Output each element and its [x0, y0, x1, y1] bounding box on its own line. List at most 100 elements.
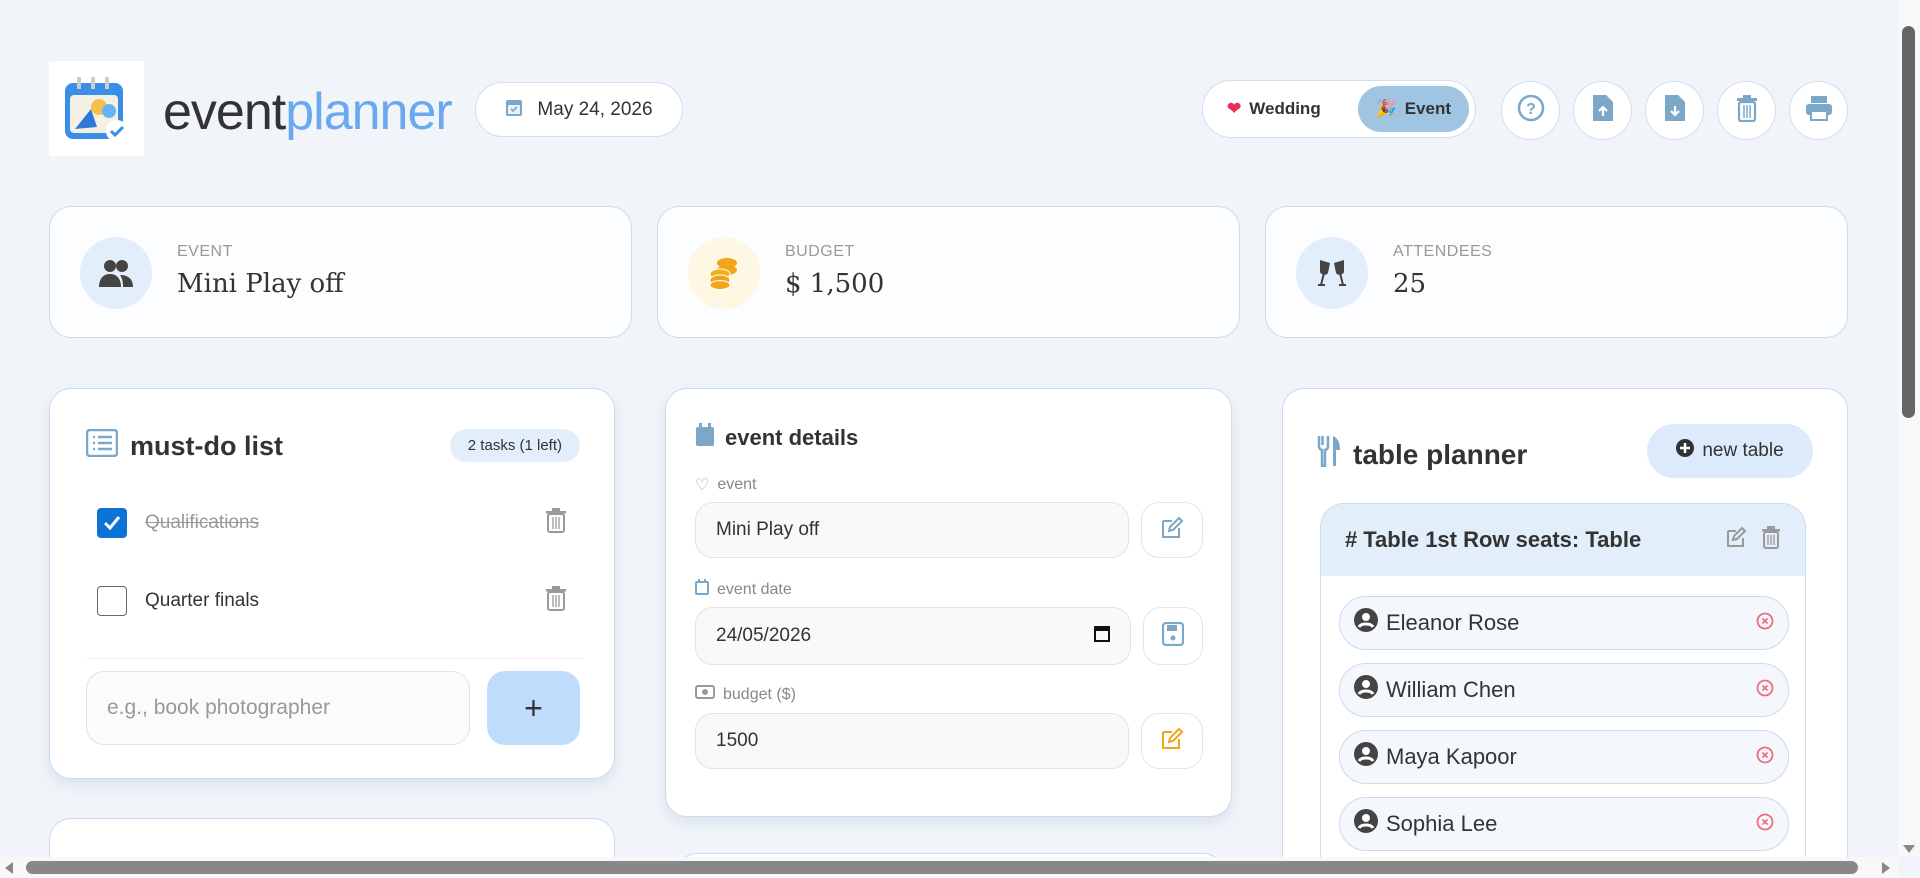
- event-date-value: 24/05/2026: [716, 625, 812, 646]
- edit-table-icon[interactable]: [1725, 526, 1747, 554]
- new-task-input[interactable]: e.g., book photographer: [86, 671, 470, 745]
- stat-value: 25: [1393, 269, 1427, 299]
- party-popper-icon: 🎉: [1375, 99, 1397, 118]
- heart-icon: ♡: [695, 477, 710, 494]
- budget-value: 1500: [716, 730, 759, 751]
- hearts-icon: ❤: [1227, 99, 1242, 118]
- horizontal-scroll-thumb[interactable]: [26, 861, 1858, 874]
- date-picker-icon[interactable]: [1094, 624, 1110, 648]
- new-task-placeholder: e.g., book photographer: [107, 696, 331, 719]
- vertical-scrollbar[interactable]: [1898, 0, 1920, 857]
- guest-name: William Chen: [1386, 677, 1516, 702]
- event-label: ♡ event: [695, 475, 756, 495]
- label-text: event date: [717, 580, 792, 598]
- money-bill-icon: [695, 685, 715, 704]
- event-name-input[interactable]: Mini Play off: [695, 502, 1129, 558]
- label-text: budget ($): [723, 685, 796, 703]
- plus-circle-icon: [1676, 439, 1695, 463]
- stat-value: Mini Play off: [177, 269, 344, 299]
- todo-title-text: must-do list: [130, 431, 283, 461]
- todo-card: must-do list 2 tasks (1 left) Qualificat…: [49, 388, 615, 779]
- label-text: event: [717, 476, 757, 493]
- trash-icon: [1736, 94, 1758, 127]
- scroll-left-arrow[interactable]: [5, 862, 13, 874]
- edit-budget-button[interactable]: [1141, 713, 1203, 769]
- event-name-value: Mini Play off: [716, 519, 820, 540]
- edit-icon: [1160, 727, 1184, 756]
- table-block: # Table 1st Row seats: Table Eleanor Ros…: [1320, 503, 1806, 878]
- guest-item: William Chen: [1339, 663, 1789, 717]
- task-checkbox[interactable]: [97, 508, 127, 538]
- stat-attendees: ATTENDEES 25: [1265, 206, 1848, 338]
- remove-guest-icon[interactable]: [1756, 744, 1774, 770]
- utensils-icon: [1317, 435, 1341, 474]
- details-title-text: event details: [725, 425, 859, 450]
- calendar-icon: [695, 423, 715, 453]
- add-task-button[interactable]: +: [487, 671, 580, 745]
- svg-text:?: ?: [1526, 101, 1536, 118]
- calendar-check-icon: [505, 97, 523, 123]
- guest-name: Sophia Lee: [1386, 811, 1498, 836]
- user-circle-icon: [1354, 608, 1378, 638]
- printer-icon: [1805, 95, 1833, 126]
- task-checkbox[interactable]: [97, 586, 127, 616]
- mode-event[interactable]: 🎉 Event: [1357, 86, 1469, 132]
- delete-task-icon[interactable]: [545, 585, 567, 617]
- guest-item: Sophia Lee: [1339, 797, 1789, 851]
- stat-label: ATTENDEES: [1393, 243, 1493, 260]
- list-icon: [85, 428, 119, 464]
- mode-wedding[interactable]: ❤ Wedding: [1209, 86, 1339, 132]
- brand-planner: planner: [285, 83, 452, 141]
- print-button[interactable]: [1789, 81, 1848, 140]
- event-date-label: event date: [695, 579, 792, 600]
- table-planner-title-text: table planner: [1353, 438, 1528, 470]
- clear-all-button[interactable]: [1717, 81, 1776, 140]
- new-table-button[interactable]: new table: [1647, 424, 1813, 478]
- delete-table-icon[interactable]: [1761, 525, 1781, 555]
- stat-label: BUDGET: [785, 243, 855, 260]
- stat-label: EVENT: [177, 243, 233, 260]
- question-icon: ?: [1517, 94, 1545, 127]
- remove-guest-icon[interactable]: [1756, 811, 1774, 837]
- current-date: May 24, 2026: [537, 98, 653, 120]
- task-count-badge: 2 tasks (1 left): [449, 429, 580, 462]
- edit-icon: [1160, 516, 1184, 545]
- mode-toggle: ❤ Wedding 🎉 Event: [1202, 80, 1476, 138]
- task-item: Qualifications: [97, 503, 567, 543]
- table-planner-card: table planner new table # Table 1st Row …: [1282, 388, 1848, 878]
- save-icon: [1161, 621, 1185, 651]
- stat-event: EVENT Mini Play off: [49, 206, 632, 338]
- stat-value: $ 1,500: [785, 269, 885, 299]
- scroll-down-arrow[interactable]: [1903, 845, 1915, 853]
- vertical-scroll-thumb[interactable]: [1902, 26, 1915, 418]
- guest-item: Maya Kapoor: [1339, 730, 1789, 784]
- scroll-right-arrow[interactable]: [1882, 862, 1890, 874]
- hash-icon: #: [1345, 527, 1358, 552]
- guest-name: Maya Kapoor: [1386, 744, 1517, 769]
- export-button[interactable]: [1645, 81, 1704, 140]
- delete-task-icon[interactable]: [545, 507, 567, 539]
- guest-name: Eleanor Rose: [1386, 610, 1520, 635]
- event-date-input[interactable]: 24/05/2026: [695, 607, 1131, 665]
- budget-input[interactable]: 1500: [695, 713, 1129, 769]
- app-logo: [49, 61, 144, 156]
- new-table-label: new table: [1702, 440, 1784, 461]
- brand-event: event: [163, 83, 286, 141]
- divider: [86, 658, 584, 659]
- stat-budget: BUDGET $ 1,500: [657, 206, 1240, 338]
- import-button[interactable]: [1573, 81, 1632, 140]
- remove-guest-icon[interactable]: [1756, 610, 1774, 636]
- file-download-icon: [1664, 94, 1686, 127]
- save-date-button[interactable]: [1143, 607, 1203, 665]
- remove-guest-icon[interactable]: [1756, 677, 1774, 703]
- todo-title: must-do list: [85, 428, 283, 464]
- task-label: Qualifications: [145, 512, 260, 533]
- date-pill[interactable]: May 24, 2026: [475, 82, 683, 137]
- help-button[interactable]: ?: [1501, 81, 1560, 140]
- budget-label: budget ($): [695, 685, 796, 704]
- file-upload-icon: [1592, 94, 1614, 127]
- edit-event-button[interactable]: [1141, 502, 1203, 558]
- user-circle-icon: [1354, 809, 1378, 839]
- coins-icon: [688, 237, 760, 309]
- horizontal-scrollbar[interactable]: [0, 857, 1898, 878]
